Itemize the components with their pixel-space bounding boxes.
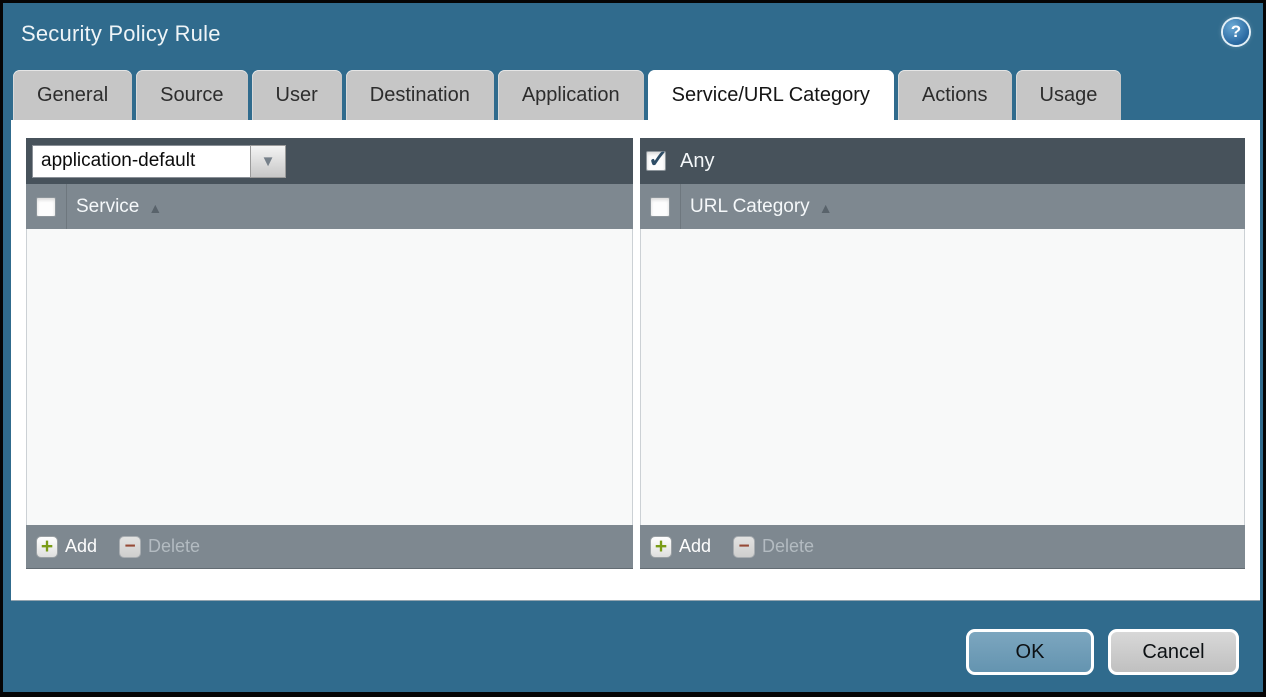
- url-category-add-button[interactable]: + Add: [650, 536, 711, 558]
- tab-user[interactable]: User: [252, 70, 342, 121]
- service-add-button[interactable]: + Add: [36, 536, 97, 558]
- delete-minus-icon: −: [733, 536, 755, 558]
- tab-general[interactable]: General: [13, 70, 132, 121]
- delete-button-label: Delete: [148, 536, 200, 557]
- url-category-panel-header: ✓ Any: [640, 138, 1245, 184]
- tab-application[interactable]: Application: [498, 70, 644, 121]
- sort-ascending-icon[interactable]: ▲: [819, 199, 833, 215]
- tab-source[interactable]: Source: [136, 70, 247, 121]
- url-category-panel-footer: + Add − Delete: [640, 525, 1245, 569]
- service-header-checkbox-cell: [26, 184, 67, 229]
- ok-button[interactable]: OK: [966, 629, 1094, 675]
- tab-actions[interactable]: Actions: [898, 70, 1012, 121]
- add-button-label: Add: [679, 536, 711, 557]
- dropdown-arrow-icon[interactable]: ▼: [250, 145, 286, 178]
- page-title: Security Policy Rule: [21, 21, 221, 47]
- service-panel-header: application-default ▼: [26, 138, 633, 184]
- service-panel: application-default ▼ Service ▲ + Add − …: [26, 138, 633, 569]
- cancel-button[interactable]: Cancel: [1108, 629, 1239, 675]
- tab-destination[interactable]: Destination: [346, 70, 494, 121]
- help-icon[interactable]: ?: [1223, 19, 1249, 45]
- tab-bar: General Source User Destination Applicat…: [13, 70, 1121, 121]
- service-column-label: Service: [76, 196, 139, 218]
- add-plus-icon: +: [650, 536, 672, 558]
- url-category-header-checkbox-cell: [640, 184, 681, 229]
- any-checkbox[interactable]: ✓: [646, 151, 666, 171]
- sort-ascending-icon[interactable]: ▲: [148, 199, 162, 215]
- url-category-delete-button[interactable]: − Delete: [733, 536, 814, 558]
- url-category-header-checkbox[interactable]: [650, 197, 670, 217]
- url-category-column-label-cell[interactable]: URL Category ▲: [681, 184, 833, 229]
- add-plus-icon: +: [36, 536, 58, 558]
- tab-usage[interactable]: Usage: [1016, 70, 1122, 121]
- delete-minus-icon: −: [119, 536, 141, 558]
- tab-service-url-category[interactable]: Service/URL Category: [648, 70, 894, 121]
- service-select[interactable]: application-default ▼: [32, 145, 286, 178]
- url-category-panel: ✓ Any URL Category ▲ + Add − Delete: [640, 138, 1245, 569]
- add-button-label: Add: [65, 536, 97, 557]
- service-select-value[interactable]: application-default: [32, 145, 250, 178]
- service-panel-footer: + Add − Delete: [26, 525, 633, 569]
- service-delete-button[interactable]: − Delete: [119, 536, 200, 558]
- url-category-list-body[interactable]: [640, 229, 1245, 525]
- service-column-label-cell[interactable]: Service ▲: [67, 184, 162, 229]
- url-category-column-label: URL Category: [690, 196, 810, 218]
- any-checkbox-label: Any: [680, 150, 714, 173]
- delete-button-label: Delete: [762, 536, 814, 557]
- url-category-column-header: URL Category ▲: [640, 184, 1245, 229]
- service-column-header: Service ▲: [26, 184, 633, 229]
- service-header-checkbox[interactable]: [36, 197, 56, 217]
- tab-content-area: application-default ▼ Service ▲ + Add − …: [11, 120, 1260, 601]
- check-mark-icon: ✓: [648, 145, 668, 174]
- service-list-body[interactable]: [26, 229, 633, 525]
